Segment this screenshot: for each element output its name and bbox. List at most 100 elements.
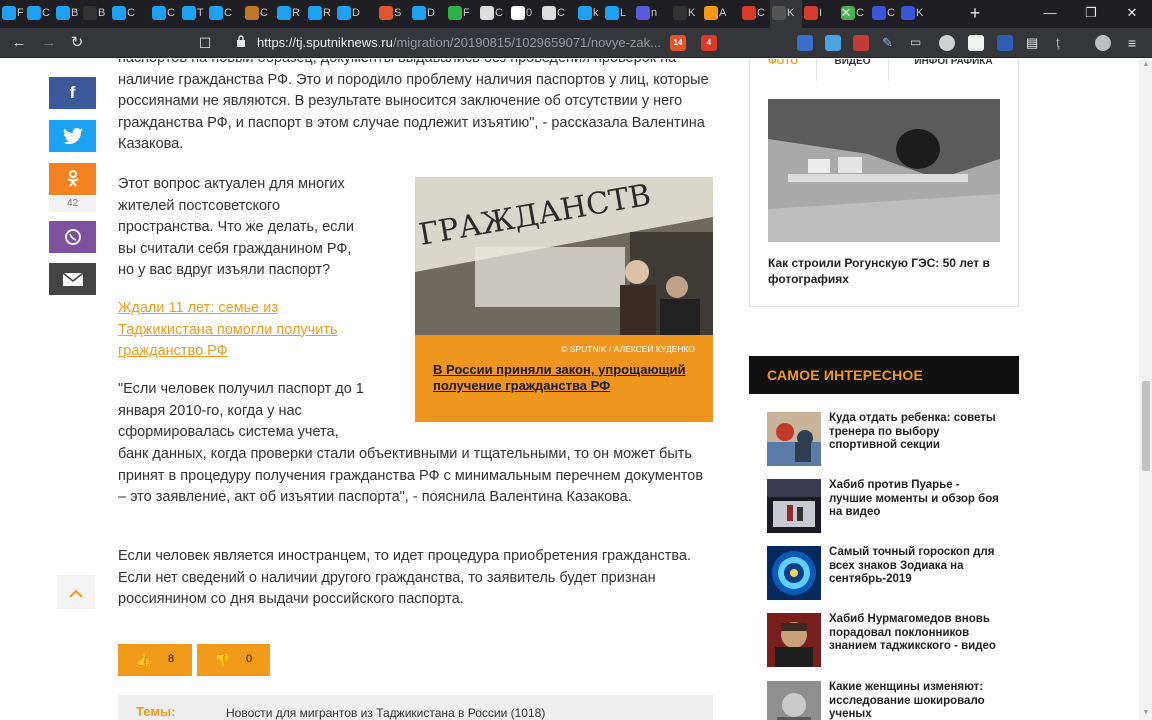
browser-tab[interactable]: C: [207, 0, 243, 28]
browser-tab[interactable]: C: [25, 0, 54, 28]
back-button[interactable]: ←: [10, 34, 28, 52]
browser-tab[interactable]: C: [110, 0, 150, 28]
minimize-button[interactable]: —: [1040, 4, 1060, 22]
browser-tab[interactable]: C: [740, 0, 770, 28]
image-extension-icon[interactable]: [825, 35, 841, 51]
facebook-share-button[interactable]: f: [49, 77, 96, 109]
browser-tab[interactable]: R: [306, 0, 335, 28]
scroll-to-top-button[interactable]: [57, 575, 95, 609]
twitter-share-button[interactable]: [49, 120, 96, 152]
shield-extension-icon[interactable]: [797, 35, 813, 51]
related-figure[interactable]: ГРАЖДАНСТВ © SPUTNIK / АЛЕКСЕЙ КУДЕНКО В…: [415, 177, 713, 422]
eye-extension-icon[interactable]: [939, 35, 955, 51]
figure-caption-link[interactable]: В России приняли закон, упрощающий получ…: [433, 362, 703, 394]
browser-tab[interactable]: n: [634, 0, 671, 28]
scroll-up-arrow-icon[interactable]: ▲: [1142, 61, 1150, 69]
news-item[interactable]: Хабиб против Пуарье - лучшие моменты и о…: [767, 479, 1019, 535]
url-host: https://tj.sputniknews.ru: [257, 35, 393, 50]
pdf-extension-icon[interactable]: [853, 35, 869, 51]
globe-icon: [872, 6, 886, 20]
browser-tab[interactable]: K: [899, 0, 929, 28]
tab-video[interactable]: ВИДЕО: [816, 59, 888, 81]
browser-tab[interactable]: K: [770, 0, 802, 28]
browser-tab-label: R: [323, 7, 331, 19]
fighter-thumbnail: [767, 613, 821, 667]
close-tab-icon[interactable]: ✕: [838, 5, 854, 21]
browser-tab[interactable]: C: [478, 0, 509, 28]
browser-tab[interactable]: K: [671, 0, 702, 28]
related-article-link[interactable]: Ждали 11 лет: семье из Таджикистана помо…: [118, 298, 368, 363]
browser-tab[interactable]: C: [870, 0, 899, 28]
forward-button[interactable]: →: [40, 34, 58, 52]
browser-tab-label: D: [427, 7, 435, 19]
article-paragraph-3a: "Если человек получил паспорт до 1 январ…: [118, 381, 364, 440]
browser-tab[interactable]: k: [576, 0, 603, 28]
profile-avatar[interactable]: [1095, 35, 1111, 51]
screenshot-extension-icon[interactable]: [997, 35, 1013, 51]
tab-infographics[interactable]: ИНФОГРАФИКА: [888, 59, 1018, 81]
like-button[interactable]: 👍 8: [118, 644, 192, 676]
bookmark-icon[interactable]: ☐: [196, 34, 214, 52]
menu-icon[interactable]: ≡: [1124, 35, 1140, 51]
browser-tab-label: I: [819, 7, 823, 19]
dislike-button[interactable]: 👎 0: [197, 644, 270, 676]
viber-share-button[interactable]: [49, 221, 96, 253]
media-tabs: ФОТО ВИДЕО ИНФОГРАФИКА: [750, 59, 1018, 81]
thumbs-up-icon: 👍: [136, 653, 151, 667]
news-item[interactable]: Хабиб Нурмагомедов вновь порадовал покло…: [767, 613, 1019, 669]
browser-tab[interactable]: A: [702, 0, 740, 28]
browser-tab[interactable]: F: [0, 0, 25, 28]
browser-tab[interactable]: L: [603, 0, 634, 28]
news-title: Куда отдать ребенка: советы тренера по в…: [829, 412, 996, 451]
browser-tab[interactable]: C: [540, 0, 576, 28]
browser-tab[interactable]: S: [377, 0, 410, 28]
dislike-count: 0: [246, 653, 253, 665]
browser-tab-label: C: [757, 7, 765, 19]
news-title: Хабиб Нурмагомедов вновь порадовал покло…: [829, 613, 996, 652]
browser-tab[interactable]: C: [243, 0, 275, 28]
browser-tab[interactable]: D: [410, 0, 446, 28]
page-scrollbar[interactable]: ▲ ▼: [1139, 59, 1152, 720]
twitter-icon: [2, 6, 16, 20]
article-paragraph-2: Этот вопрос актуален для многих жителей …: [118, 176, 354, 278]
browser-tab[interactable]: T: [180, 0, 207, 28]
media-caption-link[interactable]: Как строили Рогунскую ГЭС: 50 лет в фото…: [768, 255, 1000, 287]
browser-tab[interactable]: R: [275, 0, 306, 28]
odnoklassniki-share-button[interactable]: [49, 163, 96, 195]
browser-tab[interactable]: B: [54, 0, 81, 28]
browser-tab[interactable]: F: [446, 0, 478, 28]
reload-button[interactable]: ↻: [68, 34, 86, 52]
brave-shield-icon[interactable]: 14: [670, 35, 686, 51]
news-item[interactable]: Какие женщины изменяют: исследование шок…: [767, 681, 1019, 720]
menu-list-icon[interactable]: [968, 35, 984, 51]
browser-tab[interactable]: C: [150, 0, 180, 28]
book-extension-icon[interactable]: ▤: [1026, 35, 1042, 51]
reader-extension-icon[interactable]: ▭: [910, 35, 926, 51]
rogun-dam-photo[interactable]: [768, 99, 1000, 242]
new-tab-button[interactable]: +: [966, 4, 984, 22]
maximize-button[interactable]: ❐: [1081, 4, 1101, 22]
topics-link[interactable]: Новости для мигрантов из Таджикистана в …: [226, 706, 545, 720]
browser-tab[interactable]: I: [802, 0, 839, 28]
tab-photo[interactable]: ФОТО: [750, 59, 816, 81]
scrollbar-thumb[interactable]: [1142, 381, 1150, 471]
photo-credit: © SPUTNIK / АЛЕКСЕЙ КУДЕНКО: [561, 344, 695, 354]
scroll-down-arrow-icon[interactable]: ▼: [1142, 709, 1150, 717]
email-share-button[interactable]: [49, 263, 96, 295]
facebook-icon: f: [69, 83, 76, 102]
browser-tab[interactable]: 0: [509, 0, 540, 28]
news-item[interactable]: Куда отдать ребенка: советы тренера по в…: [767, 412, 1019, 468]
browser-tab[interactable]: B: [81, 0, 110, 28]
pen-extension-icon[interactable]: ✎: [882, 35, 898, 51]
flag-icon: [636, 6, 650, 20]
news-item[interactable]: Самый точный гороскоп для всех знаков Зо…: [767, 546, 1019, 602]
browser-tab-label: A: [719, 7, 727, 19]
address-bar[interactable]: https://tj.sputniknews.ru/migration/2019…: [222, 32, 692, 54]
chevron-up-icon: [69, 589, 83, 598]
browser-tab-label: K: [916, 7, 924, 19]
twitter-icon: [308, 6, 322, 20]
close-window-button[interactable]: ✕: [1122, 4, 1142, 22]
t-extension-icon[interactable]: ţ: [1056, 35, 1072, 51]
browser-tab[interactable]: D: [335, 0, 377, 28]
alert-extension-icon[interactable]: 4: [701, 35, 717, 51]
